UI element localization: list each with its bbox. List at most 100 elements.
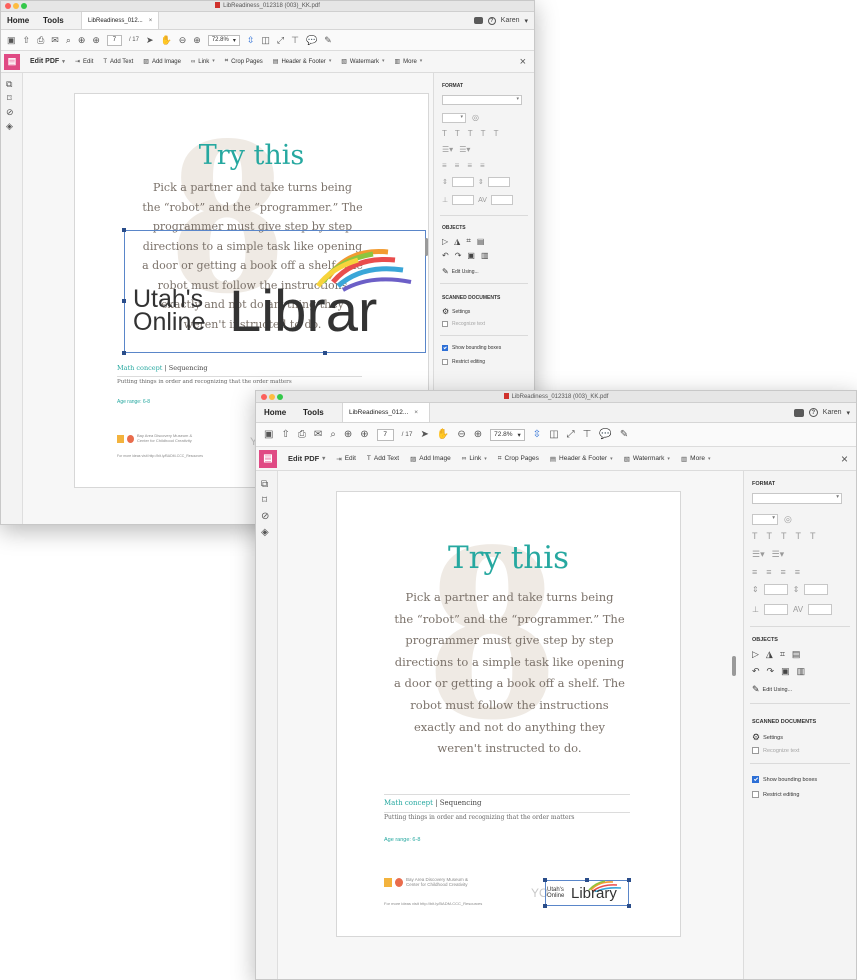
settings-button[interactable]: ⚙ Settings bbox=[752, 732, 783, 743]
show-bounding-boxes-checkbox[interactable]: Show bounding boxes bbox=[442, 345, 501, 351]
settings-button[interactable]: ⚙ Settings bbox=[442, 307, 470, 316]
comment-icon[interactable]: 💬 bbox=[599, 429, 611, 440]
more-button[interactable]: ▥ More ▾ bbox=[681, 455, 711, 463]
edit-using-menu[interactable]: ✎ Edit Using... bbox=[752, 684, 792, 695]
replace-image-icon[interactable]: ▣ bbox=[467, 251, 475, 260]
save-icon[interactable]: ▣ bbox=[7, 35, 16, 46]
font-color-icon[interactable]: ◎ bbox=[472, 113, 479, 122]
superscript-icon[interactable]: T bbox=[481, 129, 486, 138]
save-icon[interactable]: ▣ bbox=[264, 429, 273, 440]
zoom-level-dropdown[interactable]: 72.8% ▾ bbox=[490, 428, 525, 441]
stamp-icon[interactable]: ⊤ bbox=[583, 429, 592, 440]
close-edit-icon[interactable]: × bbox=[841, 452, 848, 466]
layers-icon[interactable]: ◈ bbox=[6, 121, 13, 132]
align-left-icon[interactable]: ≡ bbox=[752, 567, 757, 577]
edit-pdf-menu[interactable]: Edit PDF ▾ bbox=[288, 454, 325, 463]
zoom-in-icon[interactable]: ⊕ bbox=[193, 35, 201, 46]
show-bounding-boxes-checkbox[interactable]: Show bounding boxes bbox=[752, 776, 817, 783]
pages-icon[interactable]: ⧉ bbox=[261, 479, 268, 490]
link-button[interactable]: ∞ Link ▾ bbox=[462, 455, 487, 462]
pages-icon[interactable]: ⧉ bbox=[6, 79, 12, 90]
previous-page-icon[interactable]: ⊕ bbox=[344, 429, 352, 440]
next-page-icon[interactable]: ⊕ bbox=[360, 429, 368, 440]
search-icon[interactable]: ⌕ bbox=[66, 35, 71, 46]
bookmark-icon[interactable]: ⌑ bbox=[7, 93, 12, 104]
text-style-icon[interactable]: T bbox=[442, 129, 447, 138]
line-spacing-icon[interactable]: ⇕ bbox=[442, 178, 448, 186]
align-right-icon[interactable]: ≡ bbox=[467, 161, 472, 170]
horizontal-scale-icon[interactable]: ⊥ bbox=[442, 196, 448, 204]
email-icon[interactable]: ✉ bbox=[314, 429, 322, 440]
crop-image-icon[interactable]: ⌗ bbox=[466, 236, 471, 246]
numbered-list-icon[interactable]: ☰▾ bbox=[459, 145, 470, 154]
bulleted-list-icon[interactable]: ☰▾ bbox=[442, 145, 453, 154]
print-icon[interactable]: ⎙ bbox=[37, 35, 44, 46]
zoom-in-icon[interactable]: ⊕ bbox=[474, 429, 482, 440]
scrollbar-thumb[interactable] bbox=[425, 238, 428, 256]
layers-icon[interactable]: ◈ bbox=[261, 527, 269, 538]
line-spacing-dropdown[interactable] bbox=[763, 584, 788, 595]
font-color-icon[interactable]: ◎ bbox=[784, 514, 792, 525]
line-spacing-icon[interactable]: ⇕ bbox=[752, 585, 759, 594]
page-number-input[interactable]: 7 bbox=[376, 428, 394, 441]
fit-width-icon[interactable]: ◫ bbox=[261, 35, 270, 46]
italic-icon[interactable]: T bbox=[455, 129, 460, 138]
email-icon[interactable]: ✉ bbox=[51, 35, 59, 46]
font-size-dropdown[interactable]: ▾ bbox=[442, 113, 466, 123]
edit-button[interactable]: ⇥ Edit bbox=[336, 455, 356, 463]
align-center-icon[interactable]: ≡ bbox=[766, 567, 771, 577]
arrange-icon[interactable]: ▤ bbox=[792, 649, 801, 660]
resize-handle[interactable] bbox=[122, 299, 126, 303]
header-footer-button[interactable]: ▤ Header & Footer ▾ bbox=[550, 455, 613, 463]
stamp-icon[interactable]: ⊤ bbox=[291, 35, 299, 46]
numbered-list-icon[interactable]: ☰▾ bbox=[772, 549, 785, 560]
resize-handle[interactable] bbox=[122, 228, 126, 232]
comment-icon[interactable]: 💬 bbox=[306, 35, 317, 46]
flip-horizontal-icon[interactable]: ▷ bbox=[442, 237, 448, 246]
resize-handle[interactable] bbox=[122, 351, 126, 355]
tab-tools[interactable]: Tools bbox=[43, 12, 64, 29]
fit-page-icon[interactable]: ⇳ bbox=[247, 35, 255, 46]
select-tool-icon[interactable]: ➤ bbox=[146, 35, 154, 46]
tab-home[interactable]: Home bbox=[264, 403, 286, 422]
crop-image-icon[interactable]: ⌗ bbox=[780, 649, 785, 660]
subscript-icon[interactable]: T bbox=[810, 531, 816, 541]
recognize-text-checkbox[interactable]: Recognize text bbox=[442, 321, 485, 327]
utahs-online-library-logo[interactable]: Utah's Online Library bbox=[547, 878, 629, 906]
fit-width-icon[interactable]: ◫ bbox=[549, 429, 558, 440]
previous-page-icon[interactable]: ⊕ bbox=[78, 35, 86, 46]
align-right-icon[interactable]: ≡ bbox=[781, 567, 786, 577]
search-icon[interactable]: ⌕ bbox=[330, 429, 336, 440]
page-number-input[interactable]: 7 bbox=[106, 34, 122, 46]
bookmark-icon[interactable]: ⌑ bbox=[262, 495, 267, 506]
header-footer-button[interactable]: ▤ Header & Footer ▾ bbox=[273, 58, 331, 66]
font-size-dropdown[interactable]: ▾ bbox=[752, 514, 778, 525]
help-icon[interactable]: ? bbox=[808, 408, 818, 417]
comments-icon[interactable] bbox=[793, 408, 804, 417]
user-name[interactable]: Karen bbox=[823, 409, 842, 416]
fullscreen-icon[interactable]: ⤢ bbox=[277, 35, 284, 46]
character-spacing-icon[interactable]: AV bbox=[478, 197, 487, 204]
select-tool-icon[interactable]: ➤ bbox=[420, 429, 428, 440]
flip-vertical-icon[interactable]: ◮ bbox=[766, 649, 773, 660]
rotate-right-icon[interactable]: ↷ bbox=[455, 251, 462, 260]
upload-icon[interactable]: ⇧ bbox=[23, 35, 31, 46]
align-objects-icon[interactable]: ▥ bbox=[797, 666, 806, 677]
align-left-icon[interactable]: ≡ bbox=[442, 161, 447, 170]
rotate-left-icon[interactable]: ↶ bbox=[752, 666, 760, 677]
bulleted-list-icon[interactable]: ☰▾ bbox=[752, 549, 765, 560]
tab-document[interactable]: LibReadiness_012... × bbox=[81, 12, 159, 29]
edit-pdf-icon[interactable]: ▤ bbox=[259, 449, 277, 468]
restrict-editing-checkbox[interactable]: Restrict editing bbox=[752, 791, 799, 798]
justify-icon[interactable]: ≡ bbox=[795, 567, 800, 577]
restrict-editing-checkbox[interactable]: Restrict editing bbox=[442, 359, 485, 365]
line-spacing-dropdown[interactable] bbox=[451, 177, 474, 187]
recognize-text-checkbox[interactable]: Recognize text bbox=[752, 747, 799, 754]
tab-document[interactable]: LibReadiness_012... × bbox=[342, 403, 430, 422]
next-page-icon[interactable]: ⊕ bbox=[92, 35, 100, 46]
crop-pages-button[interactable]: ⌗ Crop Pages bbox=[498, 455, 539, 463]
flip-vertical-icon[interactable]: ◮ bbox=[454, 237, 460, 246]
horizontal-scale-icon[interactable]: ⊥ bbox=[752, 605, 759, 614]
user-menu-chevron-icon[interactable]: ▾ bbox=[846, 409, 850, 417]
tab-home[interactable]: Home bbox=[7, 12, 29, 29]
